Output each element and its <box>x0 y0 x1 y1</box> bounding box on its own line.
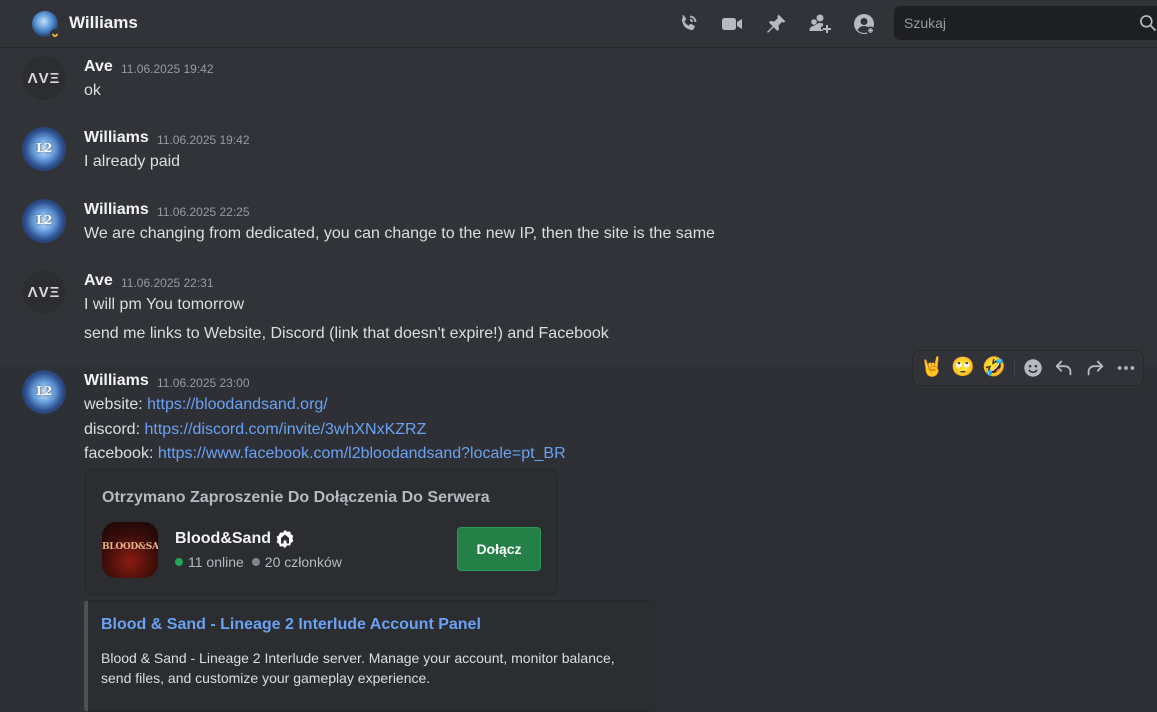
pin-icon[interactable] <box>764 12 788 36</box>
message-actions-toolbar: 🤘 🙄 🤣 <box>912 350 1144 386</box>
server-stats: 11 online 20 członków <box>175 554 342 570</box>
message-text: ok <box>84 82 101 99</box>
reaction-rofl[interactable]: 🤣 <box>982 357 1006 379</box>
video-icon[interactable] <box>720 12 744 36</box>
server-invite-card: Otrzymano Zaproszenie Do Dołączenia Do S… <box>84 469 558 595</box>
avatar[interactable]: L2 <box>22 199 66 243</box>
message-author[interactable]: Williams <box>84 129 149 147</box>
message-timestamp: 11.06.2025 22:25 <box>157 205 250 219</box>
message-author[interactable]: Williams <box>84 372 149 390</box>
search-placeholder: Szukaj <box>904 15 947 31</box>
link-embed: Blood & Sand - Lineage 2 Interlude Accou… <box>84 600 655 712</box>
svg-text:ΛVΞ: ΛVΞ <box>28 70 61 87</box>
message-timestamp: 11.06.2025 19:42 <box>157 133 250 147</box>
search-input[interactable]: Szukaj <box>894 6 1157 40</box>
message-timestamp: 11.06.2025 19:42 <box>121 62 214 76</box>
reaction-rock-on[interactable]: 🤘 <box>920 357 944 379</box>
discord-link[interactable]: https://discord.com/invite/3whXNxKZRZ <box>144 421 426 438</box>
avatar-logo-text: L2 <box>36 141 52 155</box>
search-icon[interactable] <box>1138 13 1157 33</box>
join-server-button[interactable]: Dołącz <box>457 527 541 571</box>
profile-icon[interactable] <box>852 12 876 36</box>
add-member-icon[interactable] <box>808 12 832 36</box>
forward-icon[interactable] <box>1084 357 1106 379</box>
embed-title-link[interactable]: Blood & Sand - Lineage 2 Interlude Accou… <box>101 616 481 634</box>
message-author[interactable]: Williams <box>84 201 149 219</box>
server-name[interactable]: Blood&Sand <box>175 530 271 548</box>
channel-header: Williams Szukaj <box>0 0 1157 48</box>
link-label: facebook: <box>84 445 154 462</box>
avatar[interactable]: ΛVΞ <box>22 270 66 314</box>
avatar-logo-text: L2 <box>36 213 52 227</box>
reaction-eye-roll[interactable]: 🙄 <box>951 357 975 379</box>
avatar[interactable]: L2 <box>22 370 66 414</box>
online-count: 11 online <box>188 554 244 570</box>
phone-call-icon[interactable] <box>676 12 700 36</box>
toolbar-divider <box>1014 359 1015 377</box>
online-dot-icon <box>175 558 183 566</box>
link-label: website: <box>84 396 143 413</box>
message-link-line: facebook: https://www.facebook.com/l2blo… <box>84 445 566 463</box>
dm-avatar[interactable] <box>32 11 60 39</box>
message-timestamp: 11.06.2025 22:31 <box>121 276 214 290</box>
members-dot-icon <box>251 558 260 566</box>
facebook-link[interactable]: https://www.facebook.com/l2bloodandsand?… <box>158 445 566 462</box>
add-reaction-icon[interactable] <box>1022 357 1044 379</box>
avatar[interactable]: L2 <box>22 127 66 171</box>
member-count: 20 członków <box>264 554 342 570</box>
message-author[interactable]: Ave <box>84 58 113 76</box>
message-text: We are changing from dedicated, you can … <box>84 225 715 242</box>
avatar-logo-text: L2 <box>36 384 52 398</box>
message-text: send me links to Website, Discord (link … <box>84 325 609 342</box>
message-text: I will pm You tomorrow <box>84 296 245 313</box>
channel-title: Williams <box>69 13 138 32</box>
server-icon[interactable]: BLOOD&SAND <box>102 522 158 578</box>
message-timestamp: 11.06.2025 23:00 <box>157 376 250 390</box>
community-badge-icon <box>275 529 295 549</box>
message-link-line: discord: https://discord.com/invite/3whX… <box>84 421 426 439</box>
website-link[interactable]: https://bloodandsand.org/ <box>147 396 328 413</box>
embed-description: Blood & Sand - Lineage 2 Interlude serve… <box>101 650 615 686</box>
svg-text:ΛVΞ: ΛVΞ <box>28 284 61 301</box>
message-author[interactable]: Ave <box>84 272 113 290</box>
invite-title: Otrzymano Zaproszenie Do Dołączenia Do S… <box>102 489 490 506</box>
link-label: discord: <box>84 421 141 438</box>
idle-status-icon <box>50 29 60 39</box>
avatar[interactable]: ΛVΞ <box>22 56 66 100</box>
message-link-line: website: https://bloodandsand.org/ <box>84 396 328 414</box>
server-icon-text: BLOOD&SAND <box>102 542 158 552</box>
reply-icon[interactable] <box>1053 357 1075 379</box>
message-text: I already paid <box>84 153 181 170</box>
more-icon[interactable] <box>1115 357 1137 379</box>
